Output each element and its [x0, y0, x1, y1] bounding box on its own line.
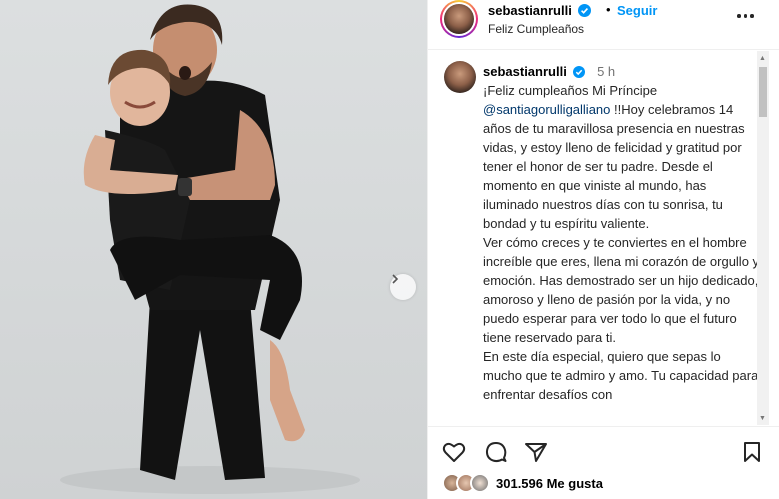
bookmark-icon[interactable] [742, 441, 762, 463]
caption-paragraph-1: !!Hoy celebramos 14 años de tu maravillo… [483, 102, 745, 231]
caption-area: sebastianrulli 5 h ¡Feliz cumpleaños Mi … [428, 51, 779, 425]
photo-illustration [60, 4, 360, 494]
post-photo [0, 0, 427, 499]
caption-text: ¡Feliz cumpleaños Mi Príncipe @santiagor… [483, 81, 763, 404]
post-time: 5 h [597, 64, 616, 79]
caption-paragraph-2: Ver cómo creces y te conviertes en el ho… [483, 235, 760, 345]
separator-dot: • [606, 2, 611, 17]
more-options-icon[interactable] [737, 9, 757, 23]
scroll-up-arrow-icon[interactable]: ▲ [759, 55, 766, 62]
scroll-thumb[interactable] [759, 67, 767, 117]
caption-intro: ¡Feliz cumpleaños Mi Príncipe [483, 83, 658, 98]
liker-avatar [470, 473, 490, 493]
verified-badge-icon [573, 66, 586, 78]
author-username[interactable]: sebastianrulli [488, 3, 572, 18]
comment-icon[interactable] [484, 441, 508, 463]
caption-header: sebastianrulli 5 h [483, 64, 615, 79]
post-actions-footer: 301.596 Me gusta [428, 426, 779, 499]
caption-username[interactable]: sebastianrulli [483, 64, 567, 79]
post-side-panel: sebastianrulli • Seguir Feliz Cumpleaños… [428, 0, 779, 499]
caption-avatar[interactable] [444, 61, 476, 93]
scroll-down-arrow-icon[interactable]: ▼ [759, 415, 766, 422]
caption-scrollbar[interactable]: ▲ ▼ [757, 51, 769, 425]
follow-button[interactable]: Seguir [617, 3, 657, 18]
verified-badge-icon [578, 4, 592, 17]
likes-row[interactable]: 301.596 Me gusta [442, 471, 603, 495]
send-icon[interactable] [524, 441, 548, 463]
post-subtitle: Feliz Cumpleaños [488, 22, 585, 36]
avatar [444, 4, 474, 34]
post-header: sebastianrulli • Seguir Feliz Cumpleaños [428, 0, 779, 50]
author-name-row: sebastianrulli [488, 3, 592, 18]
chevron-right-icon [392, 274, 399, 284]
author-avatar-story-ring[interactable] [440, 0, 478, 38]
next-photo-button[interactable] [390, 274, 416, 300]
caption-mention-link[interactable]: @santiagorulligalliano [483, 102, 610, 117]
heart-icon[interactable] [442, 441, 466, 463]
likes-count[interactable]: 301.596 Me gusta [496, 476, 603, 491]
caption-paragraph-3: En este día especial, quiero que sepas l… [483, 349, 759, 402]
